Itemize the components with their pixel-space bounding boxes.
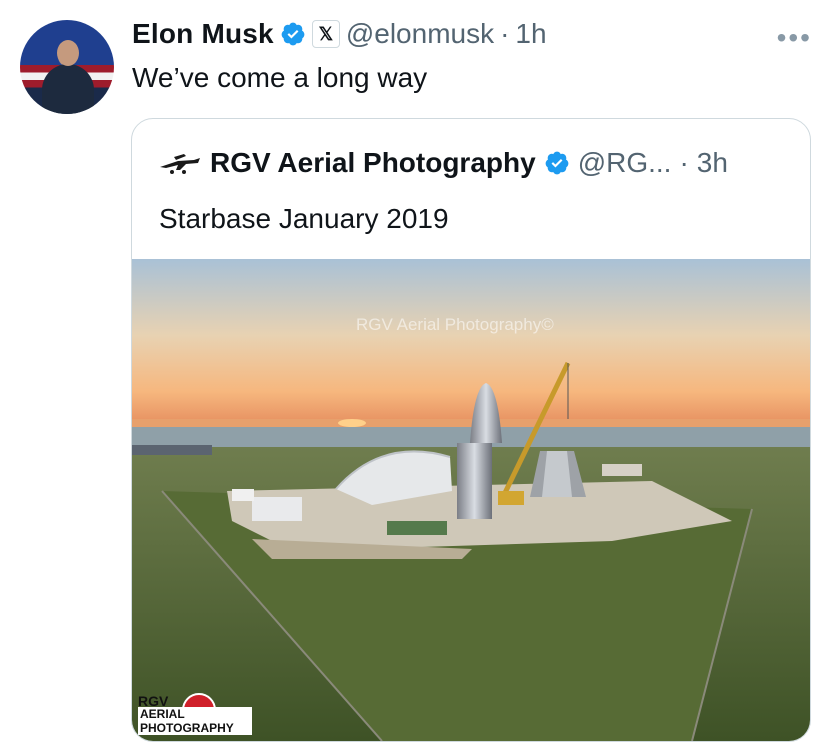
verified-badge-icon (281, 22, 305, 46)
author-avatar[interactable] (20, 20, 114, 114)
quote-verified-badge-icon (545, 151, 569, 175)
quote-text: Starbase January 2019 (159, 203, 449, 234)
logo-line2: AERIAL PHOTOGRAPHY (138, 707, 252, 735)
avatar-head (57, 40, 79, 66)
more-icon[interactable]: ••• (777, 22, 812, 54)
photo-watermark: RGV Aerial Photography© (356, 315, 554, 334)
tweet-text: We’ve come a long way (132, 62, 428, 93)
quote-time[interactable]: 3h (697, 147, 728, 179)
airplane-avatar-icon[interactable] (158, 150, 202, 176)
quote-header: RGV Aerial Photography @RG... · 3h (158, 147, 728, 179)
tweet-time[interactable]: 1h (515, 18, 546, 50)
author-name[interactable]: Elon Musk (132, 18, 274, 50)
tweet-header: Elon Musk 𝕏 @elonmusk · 1h (132, 18, 547, 50)
quoted-tweet-card[interactable]: RGV Aerial Photography @RG... · 3h Starb… (131, 118, 811, 742)
rgv-logo: RGV AERIAL PHOTOGRAPHY (136, 693, 252, 735)
dot-separator: · (500, 18, 510, 49)
quote-author-name[interactable]: RGV Aerial Photography (210, 147, 536, 179)
author-handle[interactable]: @elonmusk (346, 18, 494, 50)
avatar-figure (42, 64, 94, 114)
quote-dot-separator: · (679, 147, 689, 178)
quote-author-handle[interactable]: @RG... (578, 147, 672, 179)
x-affiliation-icon[interactable]: 𝕏 (311, 20, 340, 48)
